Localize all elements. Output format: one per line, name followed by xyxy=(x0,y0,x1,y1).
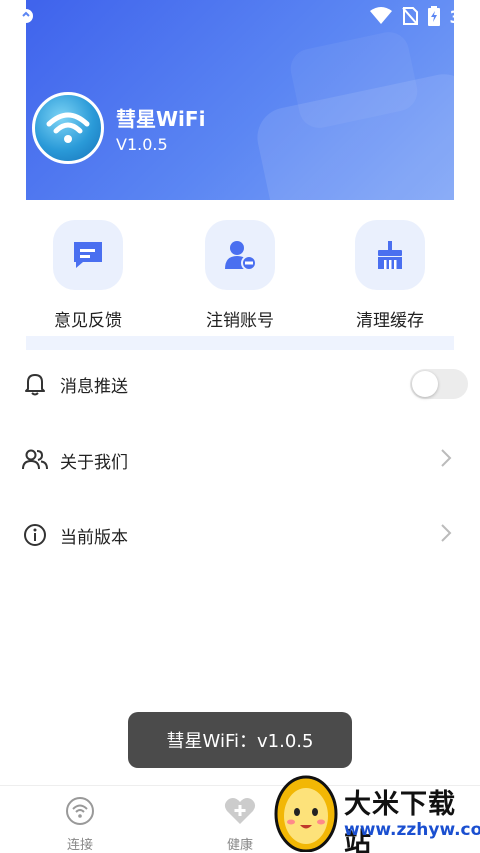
settings-screen: 3:5 彗星WiFi V1.0.5 意见反馈 注销账号 清理缓存 消息推送 关于… xyxy=(0,0,480,853)
battery-charging-icon xyxy=(427,6,440,30)
wifi-circle-icon xyxy=(65,797,95,830)
feedback-button[interactable]: 意见反馈 xyxy=(28,220,148,331)
push-notification-label: 消息推送 xyxy=(60,376,128,397)
info-icon xyxy=(22,522,48,548)
users-icon xyxy=(22,447,48,473)
current-version-row[interactable]: 当前版本 xyxy=(22,515,468,555)
about-us-label: 关于我们 xyxy=(60,452,128,473)
app-logo xyxy=(32,92,104,164)
status-bar: 3:5 xyxy=(0,0,480,34)
watermark-url: www.zzhyw.com xyxy=(344,820,480,840)
delete-account-button[interactable]: 注销账号 xyxy=(180,220,300,331)
notification-icon xyxy=(18,8,34,28)
remove-user-icon xyxy=(205,220,275,290)
broom-icon xyxy=(355,220,425,290)
no-sim-icon xyxy=(401,7,418,29)
delete-account-label: 注销账号 xyxy=(206,311,274,331)
wifi-signal-icon xyxy=(369,7,392,29)
nav-connect[interactable]: 连接 xyxy=(40,796,120,853)
clear-cache-button[interactable]: 清理缓存 xyxy=(330,220,450,331)
status-time: 3:5 xyxy=(449,8,480,28)
nav-connect-label: 连接 xyxy=(66,838,93,853)
feedback-icon xyxy=(53,220,123,290)
chevron-right-icon xyxy=(440,523,452,547)
about-us-row[interactable]: 关于我们 xyxy=(22,440,468,480)
version-toast: 彗星WiFi：v1.0.5 xyxy=(128,712,352,768)
chevron-right-icon xyxy=(440,448,452,472)
section-divider xyxy=(26,336,454,350)
current-version-label: 当前版本 xyxy=(60,527,128,548)
clear-cache-label: 清理缓存 xyxy=(356,311,424,331)
push-notification-row: 消息推送 xyxy=(22,364,468,404)
heart-plus-icon xyxy=(224,798,256,830)
bell-icon xyxy=(22,371,48,397)
rice-mascot-logo xyxy=(274,775,338,852)
toggle-knob xyxy=(412,371,438,397)
app-version: V1.0.5 xyxy=(116,135,168,154)
watermark-title: 大米下载站 xyxy=(344,789,456,853)
quick-actions: 意见反馈 注销账号 清理缓存 xyxy=(26,200,454,350)
site-watermark: 大米下载站 www.zzhyw.com xyxy=(262,770,480,853)
push-notification-toggle[interactable] xyxy=(410,369,468,399)
feedback-label: 意见反馈 xyxy=(54,311,122,331)
app-name: 彗星WiFi xyxy=(116,107,206,131)
